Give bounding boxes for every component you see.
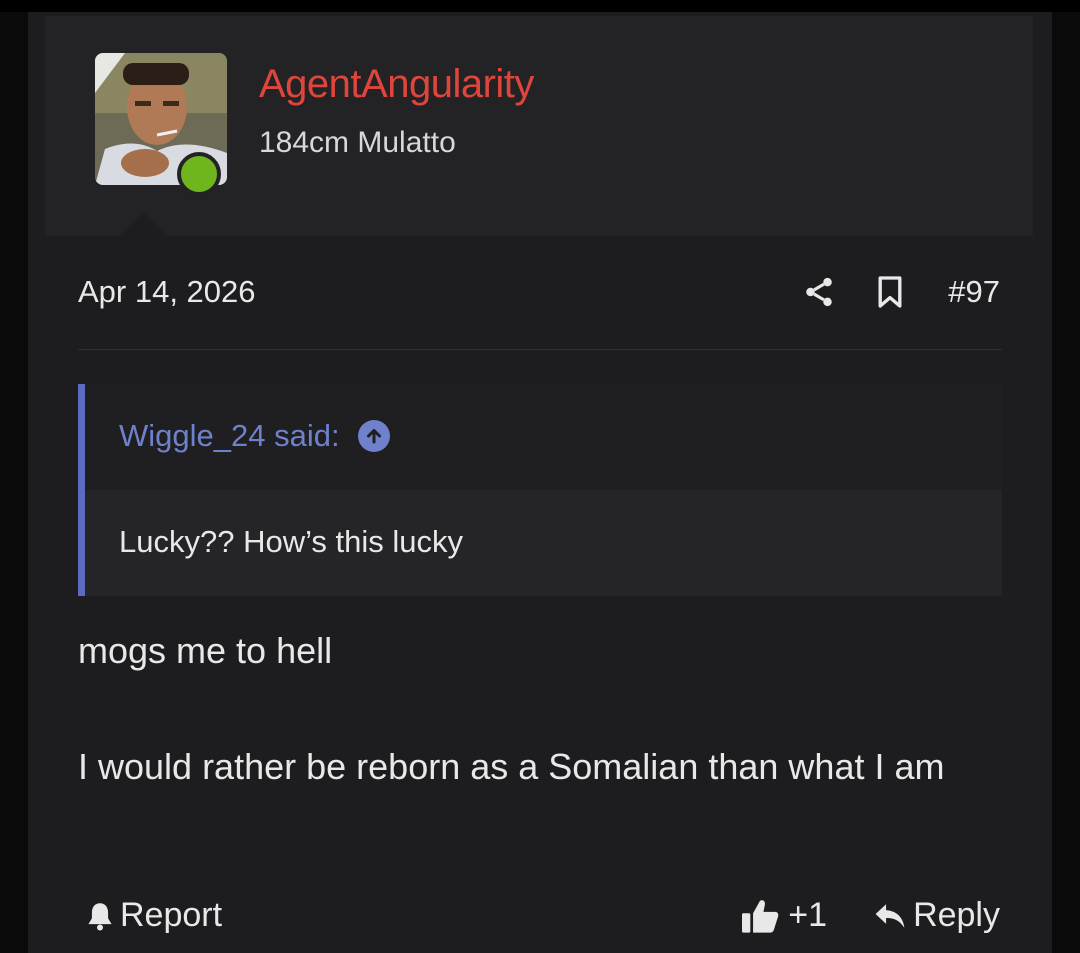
forum-post: AgentAngularity 184cm Mulatto Apr 14, 20…	[28, 12, 1052, 953]
post-actions: #97	[802, 274, 1000, 310]
post-paragraph: I would rather be reborn as a Somalian t…	[78, 746, 945, 787]
reply-button[interactable]: Reply	[873, 896, 1000, 935]
bell-icon	[86, 901, 114, 931]
author-username[interactable]: AgentAngularity	[259, 62, 534, 107]
reply-icon	[873, 901, 907, 931]
author-user-title: 184cm Mulatto	[259, 126, 456, 159]
quote-block: Wiggle_24 said: Lucky?? How’s this lucky	[78, 384, 1002, 596]
share-icon[interactable]	[802, 275, 836, 309]
thumbs-up-icon[interactable]	[740, 898, 780, 934]
top-bar	[0, 0, 1080, 12]
arrow-up-circle-icon[interactable]	[357, 420, 390, 452]
header-pointer	[115, 212, 171, 240]
divider	[78, 349, 1002, 350]
post-number-link[interactable]: #97	[948, 274, 1000, 310]
reply-label: Reply	[913, 896, 1000, 934]
post-body: mogs me to hell I would rather be reborn…	[78, 622, 978, 796]
report-label: Report	[120, 896, 223, 934]
quote-text: Lucky?? How’s this lucky	[119, 524, 464, 559]
user-header: AgentAngularity 184cm Mulatto	[45, 16, 1033, 240]
bookmark-icon[interactable]	[876, 275, 904, 309]
post-date[interactable]: Apr 14, 2026	[78, 274, 256, 310]
like-count[interactable]: +1	[788, 896, 827, 935]
post-footer-actions: +1 Reply	[740, 896, 1000, 935]
quote-author-label: Wiggle_24 said:	[119, 418, 340, 453]
online-status-indicator	[177, 152, 221, 196]
post-paragraph: mogs me to hell	[78, 630, 333, 671]
report-button[interactable]: Report	[86, 896, 222, 935]
quote-author-link[interactable]: Wiggle_24 said:	[119, 418, 390, 454]
quote-header: Wiggle_24 said:	[85, 384, 1002, 490]
